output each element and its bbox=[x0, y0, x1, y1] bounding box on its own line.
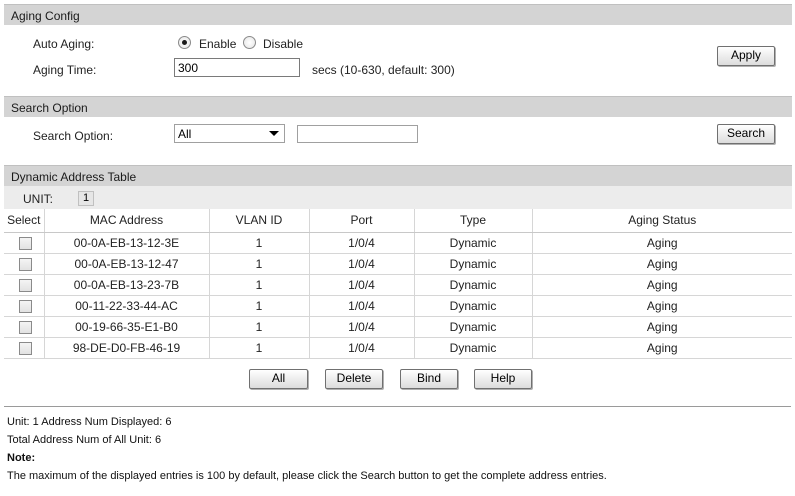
vlan-cell: 1 bbox=[209, 316, 310, 338]
disable-radio[interactable] bbox=[243, 36, 256, 49]
search-input[interactable] bbox=[297, 125, 418, 143]
col-type: Type bbox=[414, 209, 533, 233]
table-row: 00-11-22-33-44-AC 1 1/0/4 Dynamic Aging bbox=[4, 295, 792, 317]
table-header-row: Select MAC Address VLAN ID Port Type Agi… bbox=[4, 209, 792, 233]
apply-button[interactable]: Apply bbox=[717, 46, 775, 66]
col-port: Port bbox=[309, 209, 415, 233]
delete-button[interactable]: Delete bbox=[325, 369, 383, 389]
type-cell: Dynamic bbox=[414, 295, 533, 317]
unit-summary: Unit: 1 Address Num Displayed: 6 bbox=[7, 416, 172, 428]
type-cell: Dynamic bbox=[414, 337, 533, 359]
aging-time-input[interactable] bbox=[174, 58, 300, 77]
vlan-cell: 1 bbox=[209, 295, 310, 317]
type-cell: Dynamic bbox=[414, 316, 533, 338]
mac-cell: 00-0A-EB-13-12-47 bbox=[44, 253, 210, 275]
port-cell: 1/0/4 bbox=[309, 232, 415, 254]
search-option-label: Search Option: bbox=[33, 129, 114, 143]
col-select: Select bbox=[4, 209, 45, 233]
unit-bar bbox=[4, 186, 792, 209]
mac-cell: 00-19-66-35-E1-B0 bbox=[44, 316, 210, 338]
row-select-checkbox[interactable] bbox=[19, 278, 32, 292]
search-option-selected: All bbox=[178, 127, 192, 141]
select-all-button[interactable]: All bbox=[249, 369, 308, 389]
aging-config-header: Aging Config bbox=[4, 4, 792, 25]
type-cell: Dynamic bbox=[414, 274, 533, 296]
search-button[interactable]: Search bbox=[717, 124, 775, 144]
note-title: Note: bbox=[7, 452, 36, 464]
unit-1-tab[interactable]: 1 bbox=[78, 191, 94, 206]
unit-label: UNIT: bbox=[23, 192, 53, 206]
enable-radio[interactable] bbox=[178, 36, 191, 49]
mac-cell: 00-0A-EB-13-12-3E bbox=[44, 232, 210, 254]
col-mac-address: MAC Address bbox=[44, 209, 210, 233]
status-cell: Aging bbox=[532, 337, 792, 359]
vlan-cell: 1 bbox=[209, 232, 310, 254]
status-cell: Aging bbox=[532, 274, 792, 296]
auto-aging-label: Auto Aging: bbox=[33, 37, 95, 51]
table-row: 00-19-66-35-E1-B0 1 1/0/4 Dynamic Aging bbox=[4, 316, 792, 338]
dynamic-table-header: Dynamic Address Table bbox=[4, 165, 792, 186]
vlan-cell: 1 bbox=[209, 253, 310, 275]
type-cell: Dynamic bbox=[414, 232, 533, 254]
total-address-summary: Total Address Num of All Unit: 6 bbox=[7, 434, 162, 446]
col-vlan-id: VLAN ID bbox=[209, 209, 310, 233]
note-text: The maximum of the displayed entries is … bbox=[7, 470, 607, 482]
search-option-header: Search Option bbox=[4, 96, 792, 117]
table-row: 00-0A-EB-13-23-7B 1 1/0/4 Dynamic Aging bbox=[4, 274, 792, 296]
help-button[interactable]: Help bbox=[474, 369, 532, 389]
bind-button[interactable]: Bind bbox=[400, 369, 458, 389]
vlan-cell: 1 bbox=[209, 337, 310, 359]
status-cell: Aging bbox=[532, 295, 792, 317]
port-cell: 1/0/4 bbox=[309, 253, 415, 275]
col-aging-status: Aging Status bbox=[532, 209, 792, 233]
row-select-checkbox[interactable] bbox=[19, 320, 32, 334]
mac-cell: 98-DE-D0-FB-46-19 bbox=[44, 337, 210, 359]
port-cell: 1/0/4 bbox=[309, 316, 415, 338]
table-row: 00-0A-EB-13-12-3E 1 1/0/4 Dynamic Aging bbox=[4, 232, 792, 254]
disable-label[interactable]: Disable bbox=[263, 37, 303, 51]
row-select-checkbox[interactable] bbox=[19, 299, 32, 313]
type-cell: Dynamic bbox=[414, 253, 533, 275]
aging-time-hint: secs (10-630, default: 300) bbox=[312, 63, 455, 77]
table-row: 00-0A-EB-13-12-47 1 1/0/4 Dynamic Aging bbox=[4, 253, 792, 275]
status-cell: Aging bbox=[532, 232, 792, 254]
search-option-select[interactable]: All bbox=[174, 124, 285, 143]
port-cell: 1/0/4 bbox=[309, 274, 415, 296]
status-cell: Aging bbox=[532, 253, 792, 275]
status-cell: Aging bbox=[532, 316, 792, 338]
row-select-checkbox[interactable] bbox=[19, 341, 32, 355]
port-cell: 1/0/4 bbox=[309, 337, 415, 359]
mac-cell: 00-11-22-33-44-AC bbox=[44, 295, 210, 317]
footer-divider bbox=[4, 406, 791, 407]
port-cell: 1/0/4 bbox=[309, 295, 415, 317]
row-select-checkbox[interactable] bbox=[19, 257, 32, 271]
table-row: 98-DE-D0-FB-46-19 1 1/0/4 Dynamic Aging bbox=[4, 337, 792, 359]
aging-time-label: Aging Time: bbox=[33, 63, 97, 77]
mac-cell: 00-0A-EB-13-23-7B bbox=[44, 274, 210, 296]
enable-label[interactable]: Enable bbox=[199, 37, 236, 51]
dynamic-address-table: Select MAC Address VLAN ID Port Type Agi… bbox=[4, 209, 792, 359]
chevron-down-icon bbox=[269, 131, 279, 136]
row-select-checkbox[interactable] bbox=[19, 236, 32, 250]
vlan-cell: 1 bbox=[209, 274, 310, 296]
